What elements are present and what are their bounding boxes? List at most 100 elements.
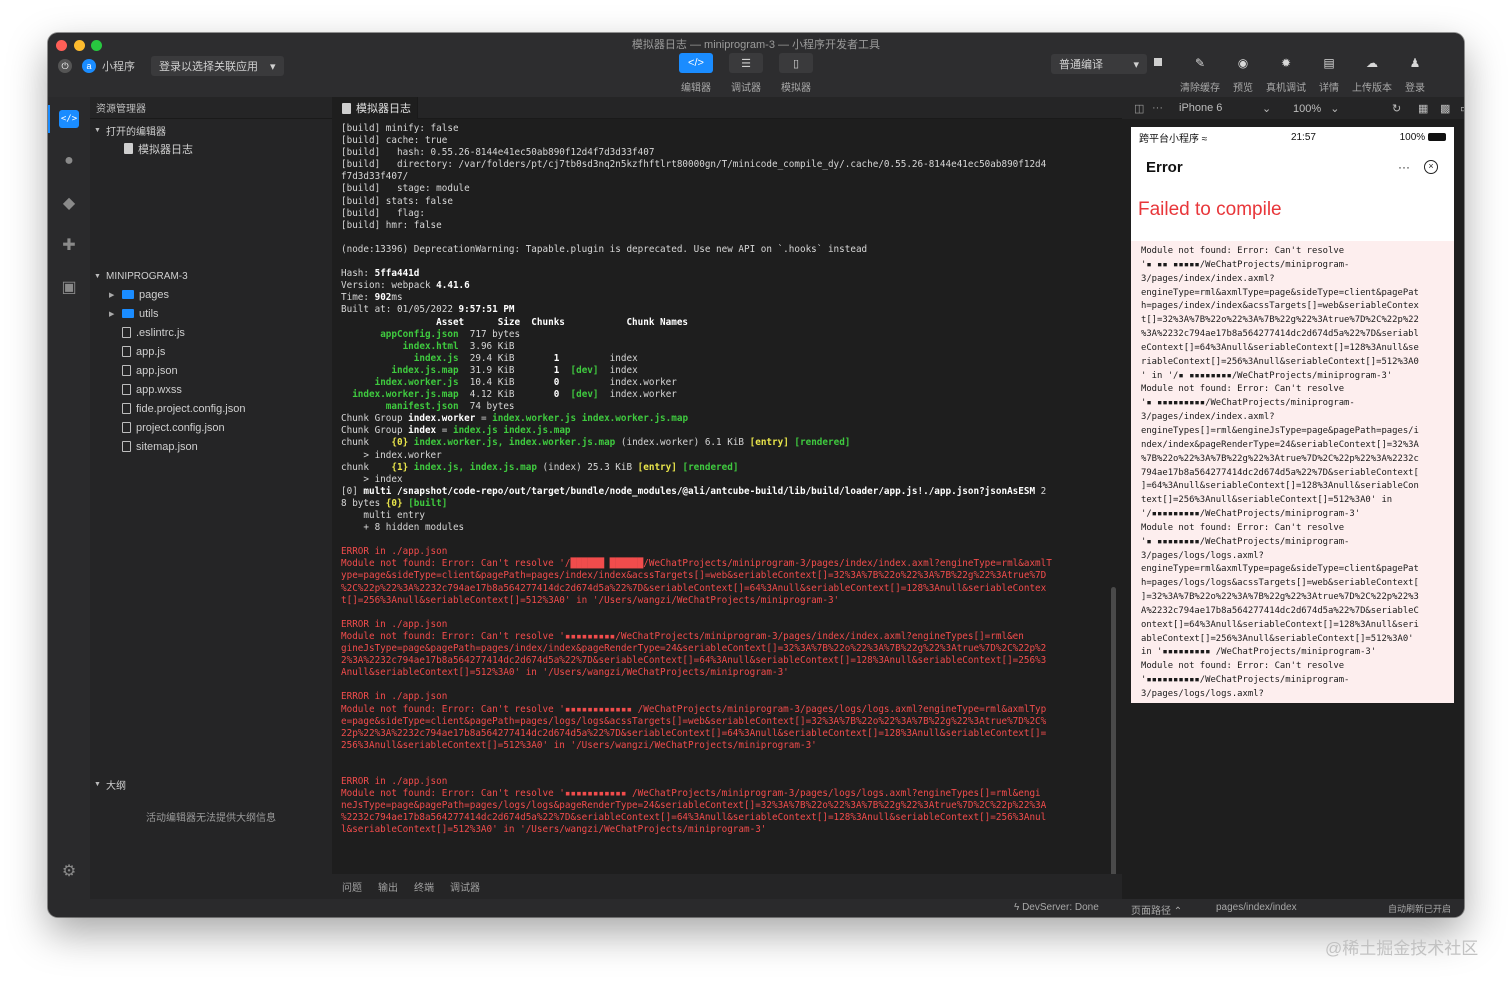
mode-button-1[interactable]: ☰ 调试器 <box>729 53 763 94</box>
simulator-log-console[interactable]: [build] minify: false [build] cache: true… <box>341 123 1106 874</box>
carrier-label: 跨平台小程序 ≈ <box>1139 133 1208 145</box>
folder-item[interactable]: ▶ pages <box>90 285 332 304</box>
file-item[interactable]: sitemap.json <box>90 437 332 456</box>
nav-title: Error <box>1146 158 1183 176</box>
inspect-icon[interactable]: ▩ <box>1440 102 1450 115</box>
file-item[interactable]: project.config.json <box>90 418 332 437</box>
file-item[interactable]: app.wxss <box>90 380 332 399</box>
console-line: (node:13396) DeprecationWarning: Tapable… <box>341 244 1106 256</box>
git-activity-button[interactable]: ◆ <box>48 185 90 221</box>
console-line: Module not found: Error: Can't resolve '… <box>341 704 1106 716</box>
power-icon[interactable]: ⏻ <box>58 59 72 73</box>
console-segment <box>341 341 403 352</box>
file-item[interactable]: fide.project.config.json <box>90 399 332 418</box>
console-line: 22p%22%3A%2232c794ae17b8a564277414dc2d67… <box>341 728 1106 740</box>
console-segment: ERROR in ./app.json <box>341 546 448 558</box>
toolbar-action-0[interactable]: ✎ 清除缓存 <box>1176 53 1224 94</box>
explorer-activity-button[interactable]: </> <box>48 101 90 137</box>
project-select[interactable]: 登录以选择关联应用 ▾ <box>151 56 284 76</box>
phone-screen[interactable]: 跨平台小程序 ≈ 21:57 100% Error ··· × Failed t… <box>1131 127 1454 703</box>
console-segment: + 8 hidden modules <box>341 522 465 534</box>
open-editors-section-header[interactable]: ▼ 打开的编辑器 <box>90 121 332 139</box>
compile-mode-select[interactable]: 普通编译 ▾ <box>1051 54 1147 74</box>
console-segment: t[]=256%3Anull&seriableContext[]=512%3A0… <box>341 594 840 606</box>
folder-item[interactable]: ▶ utils <box>90 304 332 323</box>
split-view-icon[interactable]: ◫ <box>1134 102 1144 115</box>
toolbar-action-4[interactable]: ☁ 上传版本 <box>1348 53 1396 94</box>
wifi-icon: ≈ <box>1201 133 1208 145</box>
zoom-select[interactable]: 100% ⌄ <box>1293 102 1339 115</box>
error-line: Module not found: Error: Can't resolve <box>1141 246 1345 256</box>
toolbar-action-label: 详情 <box>1319 83 1339 94</box>
panel-tab-0[interactable]: 问题 <box>342 879 362 894</box>
console-line: + 8 hidden modules <box>341 522 1106 534</box>
folder-icon <box>122 290 134 299</box>
settings-activity-button[interactable]: ⚙ <box>48 853 90 889</box>
panel-tab-2[interactable]: 终端 <box>414 879 434 894</box>
mode-button-0[interactable]: </> 编辑器 <box>679 53 713 94</box>
outline-section-header[interactable]: ▼ 大纲 <box>90 775 332 793</box>
panel-tab-1[interactable]: 输出 <box>378 879 398 894</box>
page-path-toggle[interactable]: 页面路径 ⌃ <box>1131 902 1182 917</box>
console-segment: multi /snapshot/code-repo/out/target/bun… <box>363 485 1036 497</box>
user-icon: ♟ <box>1409 56 1421 70</box>
outline-label: 大纲 <box>106 780 126 792</box>
error-line: ]=64%3Anull&seriableContext[]=128%3Anull… <box>1141 481 1419 492</box>
panel-icon: ▣ <box>61 279 77 296</box>
console-line: index.html 3.96 KiB <box>341 341 1106 353</box>
mode-button-2[interactable]: ▯ 模拟器 <box>779 53 813 94</box>
console-line: [0] multi /snapshot/code-repo/out/target… <box>341 486 1106 498</box>
console-line: [build] directory: /var/folders/pt/cj7tb… <box>341 159 1106 171</box>
error-line: 794ae17b8a564277414dc2d674d5a%22%7D&seri… <box>1141 467 1419 478</box>
window-title: 模拟器日志 — miniprogram-3 — 小程序开发者工具 <box>631 39 881 51</box>
console-line: Asset Size Chunks Chunk Names <box>341 317 1106 329</box>
refresh-icon[interactable]: ↻ <box>1392 102 1401 115</box>
panel-tab-3[interactable]: 调试器 <box>450 879 480 894</box>
console-line: [build] stats: false <box>341 196 1106 208</box>
editor-tab-bar: 模拟器日志 <box>332 97 1122 119</box>
stop-icon[interactable] <box>1154 58 1162 66</box>
chevron-down-icon[interactable]: ⌄ <box>1262 102 1271 115</box>
more-icon[interactable]: ··· <box>1398 160 1410 174</box>
file-item[interactable]: app.js <box>90 342 332 361</box>
file-item[interactable]: app.json <box>90 361 332 380</box>
device-select[interactable]: iPhone 6 <box>1179 102 1222 114</box>
chevron-down-icon: ▼ <box>94 126 101 134</box>
editor-tab[interactable]: 模拟器日志 <box>332 97 418 119</box>
console-line: [build] cache: true <box>341 135 1106 147</box>
toolbar-action-1[interactable]: ◉ 预览 <box>1224 53 1262 94</box>
toolbar-action-3[interactable]: ▤ 详情 <box>1310 53 1348 94</box>
console-scrollbar[interactable] <box>1111 587 1116 893</box>
console-line: index.js 29.4 KiB 1 index <box>341 353 1106 365</box>
console-segment <box>559 365 570 376</box>
tree-item-label: app.js <box>136 345 166 358</box>
error-line: Module not found: Error: Can't resolve <box>1141 661 1345 672</box>
file-icon <box>122 441 131 452</box>
console-line: [build] stage: module <box>341 183 1106 195</box>
console-line: neJsType=page&pagePath=pages/logs/logs&p… <box>341 800 1106 812</box>
window-icon[interactable]: ▭ <box>1460 102 1464 115</box>
console-line: ERROR in ./app.json <box>341 691 1106 703</box>
close-circle-icon[interactable]: × <box>1424 160 1438 174</box>
project-section-header[interactable]: ▼ MINIPROGRAM-3 <box>90 267 332 285</box>
console-segment: ERROR in ./app.json <box>341 776 448 788</box>
search-activity-button[interactable]: ● <box>48 143 90 179</box>
error-line: ndex/index&pageRenderType=24&seriableCon… <box>1141 439 1419 450</box>
toolbar-action-label: 预览 <box>1233 83 1253 94</box>
debug-activity-button[interactable]: ▣ <box>48 269 90 305</box>
watermark: @稀土掘金技术社区 <box>1325 939 1479 958</box>
grid-icon[interactable]: ▦ <box>1418 102 1428 115</box>
menu-capsule[interactable]: ··· × <box>1398 160 1438 174</box>
toolbar-action-5[interactable]: ♟ 登录 <box>1396 53 1434 94</box>
open-editor-item[interactable]: 模拟器日志 <box>90 139 332 158</box>
extensions-activity-button[interactable]: ✚ <box>48 227 90 263</box>
more-icon[interactable]: ··· <box>1152 102 1163 114</box>
console-segment: Module not found: Error: Can't resolve '… <box>341 788 1041 800</box>
console-line: Module not found: Error: Can't resolve '… <box>341 558 1106 570</box>
sliders-icon: ☰ <box>729 53 763 73</box>
file-item[interactable]: .eslintrc.js <box>90 323 332 342</box>
console-segment: Asset Size Chunks Chunk Names <box>341 316 689 328</box>
devserver-status[interactable]: ϟ DevServer: Done <box>1014 902 1099 913</box>
compile-mode-value: 普通编译 <box>1059 59 1103 71</box>
toolbar-action-2[interactable]: ✹ 真机调试 <box>1262 53 1310 94</box>
